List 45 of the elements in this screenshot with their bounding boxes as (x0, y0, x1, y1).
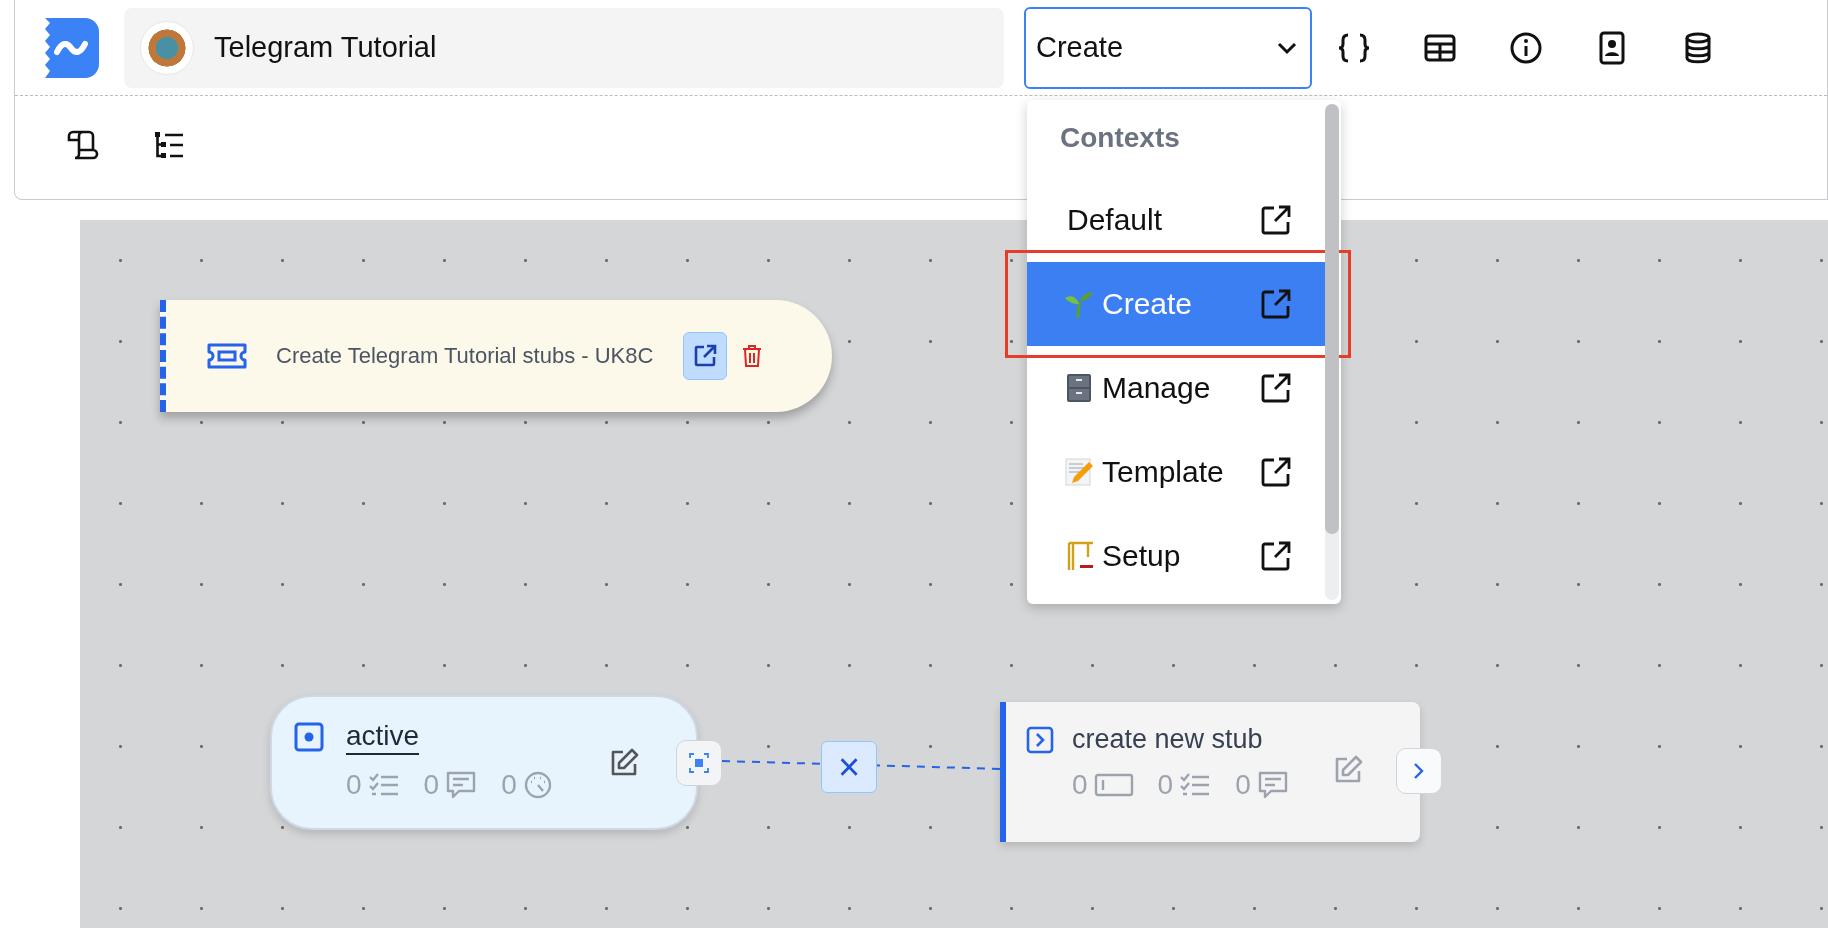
project-title: Telegram Tutorial (214, 31, 437, 64)
menu-heading: Contexts (1059, 121, 1181, 155)
open-external-button[interactable] (683, 332, 728, 380)
step-node[interactable]: create new stub 0 0 0 (1000, 702, 1420, 842)
chevron-right-icon (1412, 761, 1426, 781)
open-external-icon[interactable] (1261, 205, 1291, 235)
open-external-icon (692, 343, 719, 369)
open-external-icon[interactable] (1261, 373, 1291, 403)
count-text: 0 (501, 768, 517, 801)
state-node[interactable]: active 0 0 0 (270, 695, 698, 830)
context-menu-item[interactable]: Create (1027, 262, 1325, 346)
count-text: 0 (346, 768, 362, 801)
open-external-icon[interactable] (1261, 457, 1291, 487)
count-text: 0 (1157, 769, 1174, 801)
comment-icon (445, 769, 478, 800)
connection-handle[interactable] (676, 740, 722, 786)
input-field-icon (1093, 772, 1134, 798)
focus-icon (688, 752, 710, 774)
project-title-bar[interactable]: Telegram Tutorial (124, 7, 1004, 88)
step-label: create new stub (1072, 724, 1263, 755)
state-icon (294, 721, 324, 752)
checklist-icon (1179, 772, 1212, 798)
context-menu-item[interactable]: Default (1027, 178, 1325, 262)
open-external-icon[interactable] (1261, 541, 1291, 571)
chevron-box-icon (1026, 725, 1054, 754)
chevron-down-icon (1276, 40, 1298, 55)
state-label[interactable]: active (346, 719, 420, 755)
context-menu-item[interactable]: Setup (1027, 514, 1325, 598)
count-text: 0 (423, 768, 440, 801)
gauge-icon (522, 769, 553, 800)
file-cabinet-icon (1064, 373, 1094, 403)
checklist-icon (367, 771, 400, 798)
sprout-icon (1064, 289, 1094, 319)
context-menu-item[interactable]: Manage (1027, 346, 1325, 430)
ticket-node[interactable]: Create Telegram Tutorial stubs - UK8C (160, 300, 832, 412)
ticket-title: Create Telegram Tutorial stubs - UK8C (276, 343, 654, 369)
context-menu-item[interactable]: Template (1027, 430, 1325, 514)
ticket-icon (206, 342, 248, 370)
context-select[interactable]: Create (1024, 6, 1312, 89)
count-text: 0 (1235, 769, 1251, 801)
count-text: 0 (1072, 769, 1088, 801)
delete-edge-button[interactable]: × (821, 741, 877, 793)
comment-icon (1256, 770, 1289, 800)
notepad-pencil-icon (1064, 457, 1094, 487)
delete-icon[interactable] (741, 344, 764, 368)
